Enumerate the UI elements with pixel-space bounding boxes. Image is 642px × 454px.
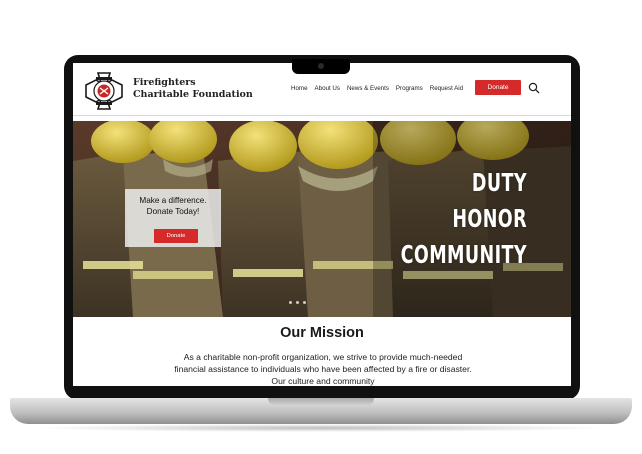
motto-honor: HONOR bbox=[452, 204, 527, 233]
mission-text: As a charitable non-profit organization,… bbox=[174, 352, 472, 386]
header-donate-button[interactable]: Donate bbox=[475, 80, 521, 95]
mission-heading: Our Mission bbox=[280, 325, 364, 341]
nav-news-events[interactable]: News & Events bbox=[347, 85, 389, 92]
callout-text: Make a difference. Donate Today! bbox=[125, 195, 221, 217]
nav-home[interactable]: Home bbox=[291, 85, 308, 92]
laptop-shadow bbox=[30, 424, 612, 432]
hero-motto: DUTY HONOR COMMUNITY bbox=[401, 165, 527, 273]
nav-request-aid[interactable]: Request Aid bbox=[430, 85, 463, 92]
laptop-base-notch bbox=[268, 398, 374, 406]
main-nav: Home About Us News & Events Programs Req… bbox=[291, 85, 463, 92]
slider-dots bbox=[289, 301, 306, 304]
search-icon[interactable] bbox=[528, 82, 540, 94]
hero-banner: Make a difference. Donate Today! Donate … bbox=[73, 121, 571, 317]
slide-dot-3[interactable] bbox=[303, 301, 306, 304]
motto-duty: DUTY bbox=[471, 168, 527, 197]
motto-community: COMMUNITY bbox=[400, 240, 527, 269]
org-name[interactable]: Firefighters Charitable Foundation bbox=[133, 77, 253, 101]
camera-icon bbox=[318, 63, 324, 69]
laptop-screen: Firefighters Charitable Foundation Home … bbox=[73, 63, 571, 386]
callout-line-1: Make a difference. bbox=[139, 196, 207, 205]
donate-callout: Make a difference. Donate Today! Donate bbox=[125, 189, 221, 247]
callout-line-2: Donate Today! bbox=[146, 207, 200, 216]
nav-about-us[interactable]: About Us bbox=[315, 85, 340, 92]
nav-programs[interactable]: Programs bbox=[396, 85, 423, 92]
slide-dot-1[interactable] bbox=[289, 301, 292, 304]
hero-donate-button[interactable]: Donate bbox=[154, 229, 198, 243]
slide-dot-2[interactable] bbox=[296, 301, 299, 304]
maltese-cross-logo-icon[interactable] bbox=[83, 70, 125, 112]
